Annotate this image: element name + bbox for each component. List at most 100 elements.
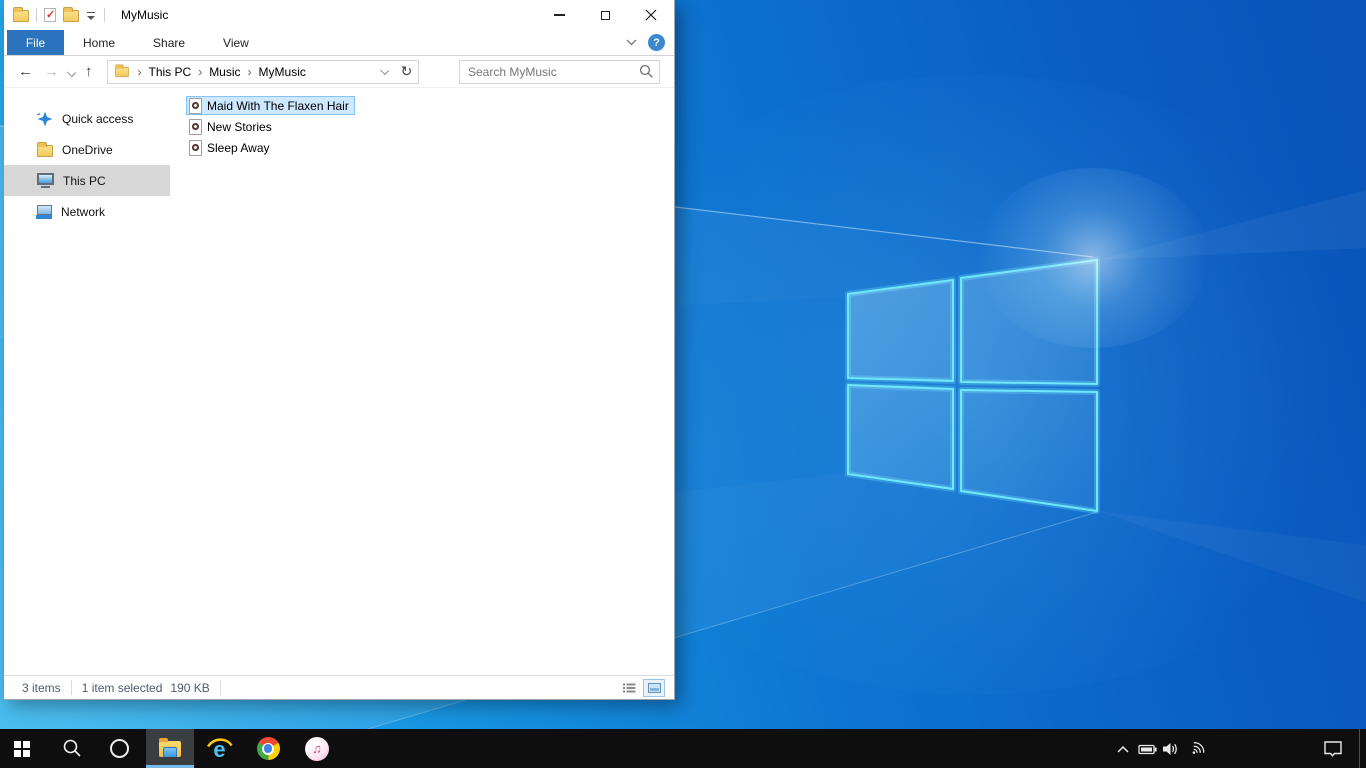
music-note-glyph: ♫ (312, 741, 322, 756)
file-name: New Stories (207, 119, 272, 134)
chrome-button[interactable] (246, 729, 290, 768)
file-name: Maid With The Flaxen Hair (207, 98, 349, 113)
windows-logo-icon (14, 740, 30, 757)
desktop: MyMusic File Home Share View ? ← → (0, 0, 1366, 768)
internet-explorer-icon: e (206, 737, 233, 762)
maximize-button[interactable] (582, 0, 628, 30)
cortana-circle-icon (109, 739, 129, 758)
itunes-icon: ♫ (305, 736, 329, 761)
details-view-icon (622, 683, 635, 692)
ribbon-tab-row: File Home Share View ? (4, 30, 674, 56)
status-separator (219, 680, 221, 695)
cortana-button[interactable] (97, 729, 141, 768)
chrome-icon (256, 737, 280, 760)
qat-new-folder-icon[interactable] (63, 7, 79, 22)
back-button[interactable]: ← (18, 64, 33, 79)
search-input[interactable] (460, 64, 633, 79)
file-row[interactable]: Sleep Away (186, 138, 276, 157)
minimize-icon (553, 14, 565, 16)
action-center-button[interactable] (1318, 729, 1348, 768)
file-list: Maid With The Flaxen Hair New Stories Sl… (170, 88, 674, 675)
close-icon (645, 9, 657, 21)
audio-file-icon (189, 97, 202, 114)
status-bar: 3 items 1 item selected 190 KB (4, 675, 674, 699)
tray-expand-button[interactable] (1111, 729, 1135, 768)
sidebar-item-network[interactable]: Network (4, 196, 170, 227)
sidebar-item-this-pc[interactable]: This PC (4, 165, 170, 196)
crumb-separator: › (137, 64, 142, 79)
sidebar-item-quick-access[interactable]: Quick access (4, 103, 170, 134)
sidebar-item-label: Quick access (62, 111, 134, 126)
address-dropdown-button[interactable] (374, 65, 396, 75)
taskbar-search-button[interactable] (50, 729, 94, 768)
crumb-separator: › (247, 64, 252, 79)
titlebar-separator (36, 8, 37, 22)
chevron-down-icon (379, 65, 390, 75)
file-explorer-icon (159, 737, 181, 757)
itunes-button[interactable]: ♫ (295, 729, 339, 768)
search-icon[interactable] (633, 64, 659, 79)
chevron-down-icon (66, 67, 77, 77)
volume-tray-button[interactable] (1159, 729, 1183, 768)
breadcrumb-item-music[interactable]: Music (206, 65, 243, 79)
file-name: Sleep Away (207, 140, 270, 155)
forward-button[interactable]: → (44, 64, 59, 79)
file-row[interactable]: New Stories (186, 117, 278, 136)
window-title: MyMusic (121, 8, 169, 22)
taskbar: e ♫ (0, 729, 1366, 768)
search-box[interactable] (459, 59, 660, 84)
selection-count: 1 item selected (81, 680, 163, 695)
internet-explorer-button[interactable]: e (197, 729, 241, 768)
qat-properties-icon[interactable] (44, 8, 56, 22)
breadcrumb-item-this-pc[interactable]: This PC (146, 65, 195, 79)
breadcrumb-folder-icon (114, 63, 129, 77)
navigation-pane: Quick access OneDrive This PC Network (4, 88, 170, 675)
tab-file[interactable]: File (7, 30, 64, 55)
network-icon (36, 204, 52, 219)
action-center-icon (1324, 741, 1342, 757)
show-desktop-button[interactable] (1359, 729, 1366, 768)
up-button[interactable]: ↑ (85, 64, 93, 79)
recent-locations-button[interactable] (66, 65, 77, 79)
volume-icon (1163, 742, 1177, 755)
file-explorer-window: MyMusic File Home Share View ? ← → (4, 0, 675, 700)
refresh-button[interactable]: ↻ (396, 63, 418, 80)
onedrive-folder-icon (37, 141, 53, 157)
taskbar-file-explorer-button[interactable] (146, 729, 194, 768)
minimize-button[interactable] (536, 0, 582, 30)
tab-view[interactable]: View (204, 30, 268, 55)
details-view-button[interactable] (618, 679, 640, 697)
items-count: 3 items (22, 680, 61, 695)
tab-home[interactable]: Home (64, 30, 134, 55)
thumbnails-view-button[interactable] (643, 678, 665, 697)
qat-customize-dropdown-icon[interactable] (86, 11, 97, 22)
start-button[interactable] (0, 729, 44, 768)
wifi-icon (1192, 742, 1205, 754)
close-button[interactable] (628, 0, 674, 30)
maximize-icon (600, 10, 610, 20)
sidebar-item-onedrive[interactable]: OneDrive (4, 134, 170, 165)
chevron-up-icon (1117, 745, 1129, 753)
address-bar[interactable]: › This PC › Music › MyMusic ↻ (106, 59, 419, 84)
status-separator (70, 680, 72, 695)
battery-icon (1138, 744, 1157, 754)
wifi-tray-button[interactable] (1185, 729, 1211, 768)
sidebar-item-label: This PC (63, 173, 106, 188)
selection-size: 190 KB (170, 680, 210, 695)
tab-share[interactable]: Share (134, 30, 204, 55)
titlebar-separator (104, 8, 105, 22)
battery-tray-button[interactable] (1135, 729, 1161, 768)
navigation-bar: ← → ↑ › This PC › Music › MyMusic ↻ (4, 56, 674, 88)
this-pc-monitor-icon (37, 173, 54, 188)
ribbon-expand-chevron-icon[interactable] (626, 39, 637, 46)
titlebar[interactable]: MyMusic (4, 0, 674, 30)
explorer-window-icon (13, 7, 29, 22)
thumbnails-view-icon (647, 682, 661, 693)
help-button[interactable]: ? (648, 34, 665, 51)
audio-file-icon (189, 118, 202, 135)
crumb-separator: › (198, 64, 203, 79)
file-row[interactable]: Maid With The Flaxen Hair (186, 96, 355, 115)
sidebar-item-label: OneDrive (62, 142, 113, 157)
breadcrumb-item-mymusic[interactable]: MyMusic (256, 65, 309, 79)
sidebar-item-label: Network (61, 204, 106, 219)
